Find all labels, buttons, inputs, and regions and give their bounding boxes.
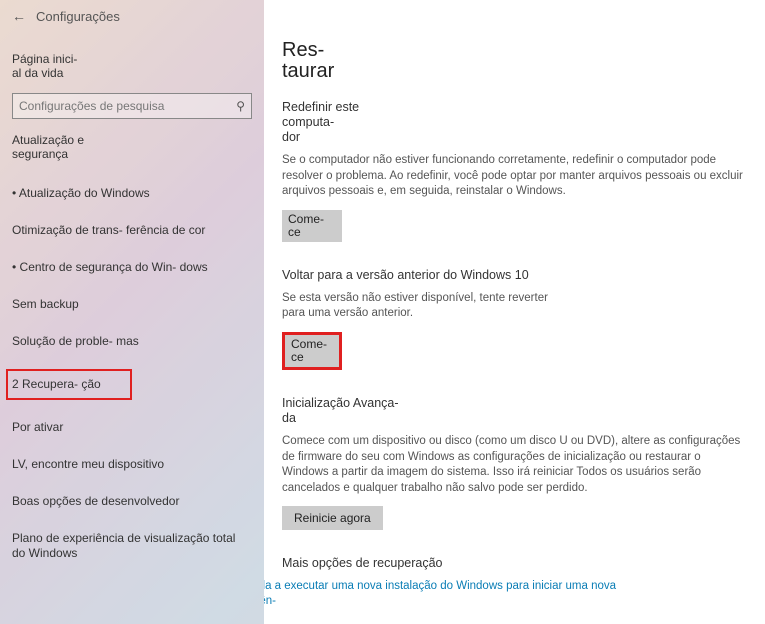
sidebar-item-7[interactable]: LV, encontre meu dispositivo (12, 455, 252, 474)
goback-section: Voltar para a versão anterior do Windows… (282, 268, 747, 370)
goback-title: Voltar para a versão anterior do Windows… (282, 268, 747, 283)
sidebar-item-3[interactable]: Sem backup (12, 295, 252, 314)
search-input[interactable] (19, 99, 236, 113)
nav-list: Atualização do Windows Otimização de tran… (12, 184, 252, 563)
sidebar-item-6[interactable]: Por ativar (12, 418, 252, 437)
search-box[interactable]: ⚲ (12, 93, 252, 119)
more-recovery-title: Mais opções de recuperação (282, 556, 747, 571)
reset-start-button[interactable]: Come- ce (282, 210, 342, 242)
sidebar-item-1[interactable]: Otimização de trans- ferência de cor (12, 221, 252, 240)
sidebar-item-8[interactable]: Boas opções de desenvolvedor (12, 492, 252, 511)
sidebar-item-4[interactable]: Solução de proble- mas (12, 332, 252, 351)
content-area: Res- taurar Redefinir este computa- dor … (264, 0, 765, 624)
reset-desc: Se o computador não estiver funcionando … (282, 153, 747, 200)
goback-desc: Se esta versão não estiver disponível, t… (282, 291, 552, 322)
sidebar-item-5[interactable]: 2 Recupera- ção (6, 369, 132, 400)
sidebar: ← Configurações Página inici- al da vida… (0, 0, 264, 624)
reset-title: Redefinir este computa- dor (282, 100, 392, 145)
page-title: Res- taurar (282, 40, 342, 82)
goback-start-button[interactable]: Come- ce (282, 332, 342, 370)
search-icon[interactable]: ⚲ (236, 99, 245, 113)
more-recovery-section: Mais opções de recuperação Aprenda a exe… (282, 556, 747, 624)
home-title[interactable]: Página inici- al da vida (12, 52, 252, 81)
reset-section: Redefinir este computa- dor Se o computa… (282, 100, 747, 242)
restart-now-button[interactable]: Reinicie agora (282, 506, 383, 530)
settings-title: Configurações (36, 9, 120, 24)
group-title: Atualização e segurança (12, 133, 252, 162)
advanced-section: Inicialização Avança- da Comece com um d… (282, 396, 747, 530)
header-row: ← Configurações (12, 8, 252, 24)
sidebar-item-9[interactable]: Plano de experiência de visualização tot… (12, 529, 252, 563)
back-arrow-icon[interactable]: ← (12, 8, 26, 24)
sidebar-item-0[interactable]: Atualização do Windows (12, 184, 252, 203)
sidebar-item-2[interactable]: Centro de segurança do Win- dows (12, 258, 252, 277)
fresh-install-link[interactable]: Aprenda a executar uma nova instalação d… (264, 579, 628, 624)
advanced-title: Inicialização Avança- da (282, 396, 402, 426)
advanced-desc: Comece com um dispositivo ou disco (como… (282, 434, 747, 496)
